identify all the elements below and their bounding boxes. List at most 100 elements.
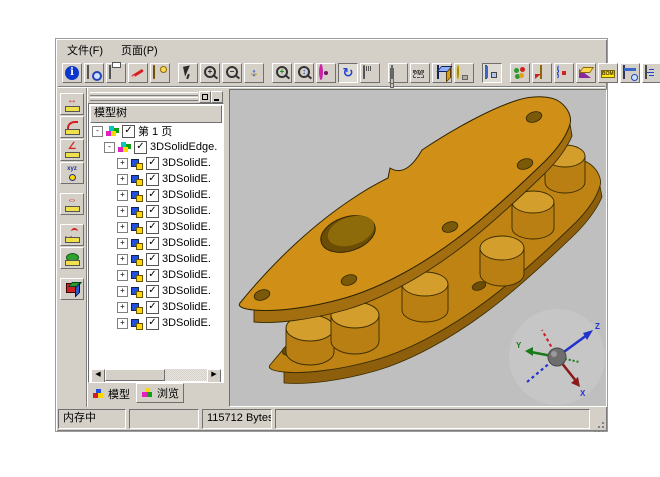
zoom-window-button[interactable]: + (272, 63, 292, 83)
measure-angle-button[interactable]: ∠ (60, 139, 84, 161)
checkbox[interactable]: ✓ (122, 125, 135, 138)
section-button[interactable] (576, 63, 596, 83)
measure-horizontal-button[interactable]: ↔ (60, 93, 84, 115)
tree-item-part[interactable]: + ✓ 3DSolidE. (91, 235, 221, 251)
tab-model[interactable]: 模型 (88, 385, 134, 403)
curve-measure-icon (64, 228, 80, 243)
collapse-icon[interactable]: - (92, 126, 103, 137)
panel-maximize-button[interactable] (199, 91, 211, 103)
scroll-thumb[interactable] (105, 369, 165, 381)
tree-item-part[interactable]: + ✓ 3DSolidE. (91, 283, 221, 299)
checkbox[interactable]: ✓ (134, 141, 147, 154)
move-part-button[interactable] (532, 63, 552, 83)
bom-button[interactable]: BOM (598, 63, 618, 83)
info-button[interactable]: i (62, 63, 82, 83)
expand-icon[interactable]: + (117, 222, 128, 233)
fit-window-button[interactable]: ↔↕ (244, 63, 264, 83)
menu-file[interactable]: 文件(F) (58, 41, 112, 59)
roller[interactable] (480, 236, 524, 286)
print-button[interactable] (106, 63, 126, 83)
resize-grip[interactable] (593, 413, 605, 425)
expand-icon[interactable]: + (117, 174, 128, 185)
tree-item-part[interactable]: + ✓ 3DSolidE. (91, 171, 221, 187)
model-tab-icon (92, 388, 105, 400)
tree-item-part[interactable]: + ✓ 3DSolidE. (91, 187, 221, 203)
expand-icon[interactable]: + (117, 318, 128, 329)
parts-button[interactable] (510, 63, 530, 83)
tree-horizontal-scrollbar[interactable]: ◀ ▶ (91, 369, 221, 381)
views-button[interactable] (432, 63, 452, 83)
panel-grip[interactable] (88, 90, 224, 102)
permissions-button[interactable] (150, 63, 170, 83)
checkbox[interactable]: ✓ (146, 285, 159, 298)
measure-radius-button[interactable] (60, 116, 84, 138)
checkbox[interactable]: ✓ (146, 237, 159, 250)
zoom-out-icon: − (226, 66, 238, 78)
tree-item-part[interactable]: + ✓ 3DSolidE. (91, 251, 221, 267)
tree-item-assembly[interactable]: - ✓ 3DSolidEdge. (91, 139, 221, 155)
checkbox[interactable]: ✓ (146, 317, 159, 330)
measure-area-button[interactable] (60, 247, 84, 269)
zoom-out-button[interactable]: − (222, 63, 242, 83)
radius-dimension-icon (64, 120, 80, 135)
checkbox[interactable]: ✓ (146, 269, 159, 282)
layers-button[interactable] (388, 63, 408, 83)
notebook-button[interactable] (482, 63, 502, 83)
expand-icon[interactable]: + (117, 190, 128, 201)
expand-icon[interactable]: + (117, 254, 128, 265)
viewport-3d[interactable]: Z X Y (229, 89, 607, 407)
checkbox[interactable]: ✓ (146, 301, 159, 314)
structure-tree-button[interactable] (642, 63, 660, 83)
expand-icon[interactable]: + (117, 286, 128, 297)
tree-item-part[interactable]: + ✓ 3DSolidE. (91, 219, 221, 235)
light-button[interactable] (454, 63, 474, 83)
select-button[interactable] (178, 63, 198, 83)
tab-browse[interactable]: 浏览 (136, 383, 184, 403)
zoom-in-button[interactable]: + (200, 63, 220, 83)
measure-volume-button[interactable] (60, 278, 84, 300)
checkbox[interactable]: ✓ (146, 205, 159, 218)
tree-item-part[interactable]: + ✓ 3DSolidE. (91, 315, 221, 331)
checkbox[interactable]: ✓ (146, 221, 159, 234)
explode-button[interactable] (554, 63, 574, 83)
checkbox[interactable]: ✓ (146, 157, 159, 170)
tree-item-part[interactable]: + ✓ 3DSolidE. (91, 299, 221, 315)
attribute-table-button[interactable] (620, 63, 640, 83)
tree-item-part[interactable]: + ✓ 3DSolidE. (91, 155, 221, 171)
roller[interactable] (286, 315, 334, 365)
tab-model-label: 模型 (108, 386, 130, 402)
collapse-icon[interactable]: - (104, 142, 115, 153)
panel-minimize-button[interactable] (211, 91, 223, 103)
expand-icon[interactable]: + (117, 270, 128, 281)
scroll-left-icon[interactable]: ◀ (91, 369, 105, 383)
checkbox[interactable]: ✓ (146, 189, 159, 202)
measure-distance-button[interactable]: ⇔ (60, 193, 84, 215)
pmi-button[interactable]: PMI (410, 63, 430, 83)
red-pen-icon (131, 66, 145, 80)
orbit-button[interactable] (316, 63, 336, 83)
tree-tabs: 模型 浏览 (88, 384, 186, 403)
scroll-right-icon[interactable]: ▶ (207, 369, 221, 383)
open-preview-button[interactable] (84, 63, 104, 83)
pan-hand-button[interactable] (360, 63, 380, 83)
expand-icon[interactable]: + (117, 206, 128, 217)
zoom-dynamic-button[interactable]: ↕ (294, 63, 314, 83)
expand-icon[interactable]: + (117, 238, 128, 249)
expand-icon[interactable]: + (117, 158, 128, 169)
scroll-track[interactable] (105, 369, 207, 381)
menu-page[interactable]: 页面(P) (112, 41, 167, 59)
tree-item-part[interactable]: + ✓ 3DSolidE. (91, 267, 221, 283)
viewport-canvas[interactable]: Z X Y (230, 90, 606, 406)
tree-item-label: 3DSolidE. (162, 269, 211, 281)
toolbar-group-assembly: BOM (509, 63, 660, 83)
checkbox[interactable]: ✓ (146, 173, 159, 186)
rotate-button[interactable]: ↻ (338, 63, 358, 83)
orientation-triad[interactable]: Z X Y (509, 309, 605, 405)
markup-button[interactable] (128, 63, 148, 83)
coordinate-xyz-button[interactable]: xyz (60, 162, 84, 184)
tree-item-page[interactable]: - ✓ 第 1 页 (91, 123, 221, 139)
checkbox[interactable]: ✓ (146, 253, 159, 266)
expand-icon[interactable]: + (117, 302, 128, 313)
tree-item-part[interactable]: + ✓ 3DSolidE. (91, 203, 221, 219)
measure-curve-button[interactable] (60, 224, 84, 246)
